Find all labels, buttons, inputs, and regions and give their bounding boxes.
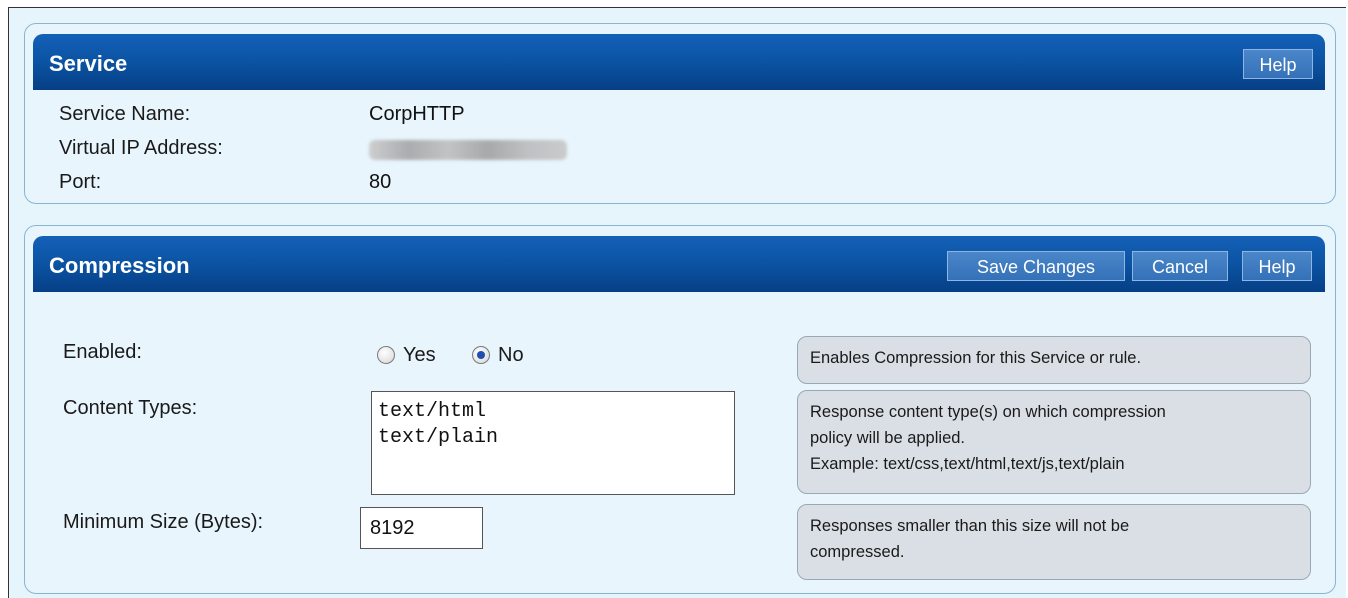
port-value: 80 [369,171,392,193]
content-types-tip-line: Response content type(s) on which compre… [810,403,1166,421]
content-types-tip-line: Example: text/css,text/html,text/js,text… [810,455,1125,473]
enabled-yes-radio[interactable] [377,346,395,364]
service-help-button[interactable]: Help [1243,49,1313,79]
content-type-line: text/html [378,400,487,423]
service-name-value: CorpHTTP [369,103,465,125]
radio-selected-dot [477,351,485,359]
compression-panel-title: Compression [49,253,190,278]
service-panel: Service Help Service Name: CorpHTTP Virt… [24,23,1336,204]
enabled-label: Enabled: [63,341,142,363]
compression-panel-header: Compression Save Changes Cancel Help [33,236,1325,292]
enabled-tip-text: Enables Compression for this Service or … [810,349,1142,367]
enabled-no-label[interactable]: No [498,343,524,367]
save-changes-button[interactable]: Save Changes [947,251,1125,281]
content-types-tip-line: policy will be applied. [810,429,966,447]
enabled-yes-label[interactable]: Yes [403,343,436,367]
minimum-size-label: Minimum Size (Bytes): [63,511,264,533]
virtual-ip-label: Virtual IP Address: [59,137,223,159]
cancel-button[interactable]: Cancel [1132,251,1228,281]
enabled-no-radio[interactable] [472,346,490,364]
service-panel-title: Service [49,51,128,76]
minimum-size-input[interactable]: 8192 [360,507,483,549]
minimum-size-tip-line: Responses smaller than this size will no… [810,517,1130,535]
enabled-help-tip: Enables Compression for this Service or … [797,336,1311,384]
service-name-label: Service Name: [59,103,191,125]
port-label: Port: [59,171,102,193]
compression-help-button[interactable]: Help [1242,251,1312,281]
content-types-help-tip: Response content type(s) on which compre… [797,390,1311,494]
compression-panel: Compression Save Changes Cancel Help Ena… [24,225,1336,594]
content-types-label: Content Types: [63,397,198,419]
minimum-size-tip-line: compressed. [810,543,905,561]
content-types-textarea[interactable]: text/html text/plain [371,391,735,495]
minimum-size-help-tip: Responses smaller than this size will no… [797,504,1311,580]
service-panel-header: Service Help [33,34,1325,90]
virtual-ip-value-redacted [369,140,567,160]
content-type-line: text/plain [378,426,499,449]
